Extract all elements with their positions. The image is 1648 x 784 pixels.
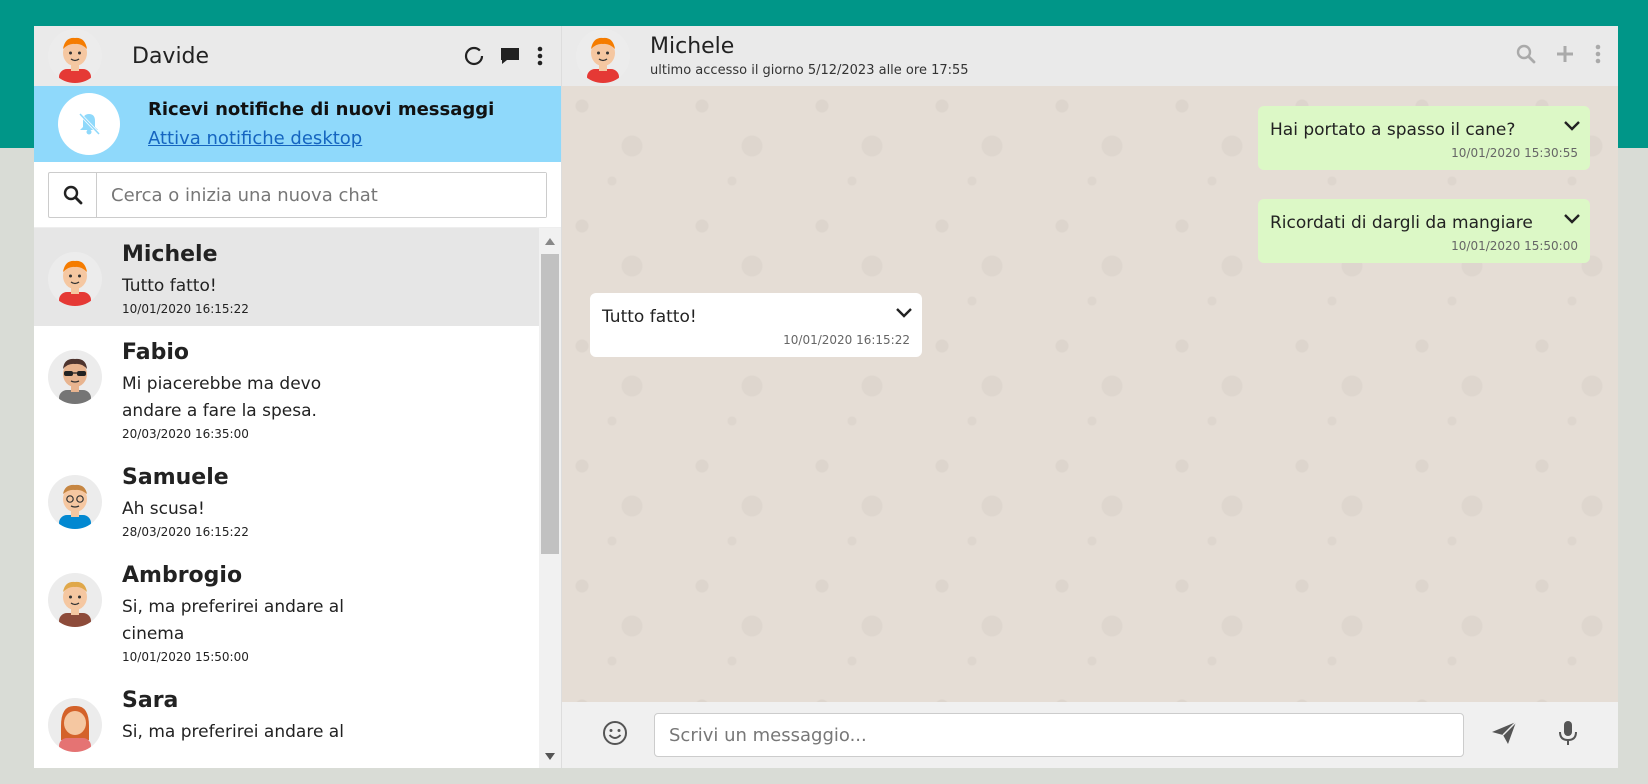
contact-last-message: Tutto fatto! bbox=[122, 276, 217, 296]
menu-icon[interactable] bbox=[535, 45, 545, 67]
contact-last-message: Mi piacerebbe ma devo andare a fare la s… bbox=[122, 374, 322, 421]
plus-icon[interactable] bbox=[1556, 45, 1574, 67]
chat-panel: Michele ultimo accesso il giorno 5/12/20… bbox=[562, 26, 1618, 768]
avatar bbox=[48, 698, 102, 752]
chat-header: Michele ultimo accesso il giorno 5/12/20… bbox=[562, 26, 1618, 86]
notification-banner: Ricevi notifiche di nuovi messaggi Attiv… bbox=[34, 86, 561, 162]
chevron-down-icon[interactable] bbox=[896, 303, 912, 322]
emoji-icon[interactable] bbox=[602, 720, 628, 750]
chevron-down-icon[interactable] bbox=[1564, 116, 1580, 135]
contact-item-michele[interactable]: Michele Tutto fatto! 10/01/2020 16:15:22 bbox=[34, 228, 539, 326]
status-icon[interactable] bbox=[463, 45, 485, 67]
contact-item-samuele[interactable]: Samuele Ah scusa! 28/03/2020 16:15:22 bbox=[34, 451, 539, 549]
contact-list-area: Michele Tutto fatto! 10/01/2020 16:15:22 bbox=[34, 228, 561, 768]
user-avatar[interactable] bbox=[48, 29, 102, 83]
contact-time: 28/03/2020 16:15:22 bbox=[122, 525, 249, 539]
message-area: Hai portato a spasso il cane? 10/01/2020… bbox=[562, 86, 1618, 702]
message-time: 10/01/2020 15:50:00 bbox=[1451, 239, 1578, 253]
scroll-up-arrow[interactable] bbox=[545, 238, 555, 245]
contact-name: Ambrogio bbox=[122, 563, 243, 588]
search-icon[interactable] bbox=[1516, 44, 1536, 68]
message-text: Ricordati di dargli da mangiare bbox=[1270, 213, 1533, 233]
contact-list-scrollbar[interactable] bbox=[539, 228, 561, 768]
message-bubble-sent[interactable]: Hai portato a spasso il cane? 10/01/2020… bbox=[1258, 106, 1590, 170]
send-icon[interactable] bbox=[1490, 720, 1518, 750]
message-time: 10/01/2020 16:15:22 bbox=[783, 333, 910, 347]
message-composer bbox=[562, 702, 1618, 768]
new-chat-icon[interactable] bbox=[499, 45, 521, 67]
message-bubble-received[interactable]: Tutto fatto! 10/01/2020 16:15:22 bbox=[590, 293, 922, 357]
search-input[interactable] bbox=[97, 173, 546, 217]
message-bubble-sent[interactable]: Ricordati di dargli da mangiare 10/01/20… bbox=[1258, 199, 1590, 263]
avatar bbox=[48, 350, 102, 404]
avatar bbox=[48, 573, 102, 627]
chat-last-seen: ultimo accesso il giorno 5/12/2023 alle … bbox=[650, 63, 969, 78]
contact-item-fabio[interactable]: Fabio Mi piacerebbe ma devo andare a far… bbox=[34, 326, 539, 451]
app-window: Davide Ricevi notifiche di nuovi messagg… bbox=[34, 26, 1618, 768]
contact-last-message: Si, ma preferirei andare al cinema bbox=[122, 597, 344, 644]
notification-title: Ricevi notifiche di nuovi messaggi bbox=[148, 99, 495, 120]
chevron-down-icon[interactable] bbox=[1564, 209, 1580, 228]
contact-last-message: Ah scusa! bbox=[122, 499, 205, 519]
message-text: Hai portato a spasso il cane? bbox=[1270, 120, 1516, 140]
message-time: 10/01/2020 15:30:55 bbox=[1451, 146, 1578, 160]
contact-item-ambrogio[interactable]: Ambrogio Si, ma preferirei andare al cin… bbox=[34, 549, 539, 674]
contact-name: Fabio bbox=[122, 340, 189, 365]
contact-list: Michele Tutto fatto! 10/01/2020 16:15:22 bbox=[34, 228, 539, 768]
contact-name: Michele bbox=[122, 242, 218, 267]
avatar bbox=[48, 252, 102, 306]
menu-icon[interactable] bbox=[1594, 43, 1602, 69]
enable-notifications-link[interactable]: Attiva notifiche desktop bbox=[148, 128, 362, 149]
contact-name: Sara bbox=[122, 688, 179, 713]
avatar bbox=[48, 475, 102, 529]
user-header: Davide bbox=[34, 26, 561, 86]
bell-slash-icon bbox=[58, 93, 120, 155]
scrollbar-thumb[interactable] bbox=[541, 254, 559, 554]
message-text: Tutto fatto! bbox=[602, 307, 697, 327]
contact-name: Samuele bbox=[122, 465, 229, 490]
contact-time: 10/01/2020 16:15:22 bbox=[122, 302, 249, 316]
microphone-icon[interactable] bbox=[1558, 720, 1578, 750]
contact-last-message: Si, ma preferirei andare al bbox=[122, 722, 344, 742]
chat-contact-name: Michele bbox=[650, 34, 735, 59]
message-input[interactable] bbox=[654, 713, 1464, 757]
contact-time: 20/03/2020 16:35:00 bbox=[122, 427, 249, 441]
contact-time: 10/01/2020 15:50:00 bbox=[122, 650, 249, 664]
contact-item-sara[interactable]: Sara Si, ma preferirei andare al bbox=[34, 674, 539, 762]
user-name: Davide bbox=[132, 43, 210, 69]
scroll-down-arrow[interactable] bbox=[545, 753, 555, 760]
sidebar: Davide Ricevi notifiche di nuovi messagg… bbox=[34, 26, 562, 768]
search-bar bbox=[34, 162, 561, 228]
chat-contact-avatar[interactable] bbox=[576, 29, 630, 83]
search-icon[interactable] bbox=[49, 173, 97, 217]
